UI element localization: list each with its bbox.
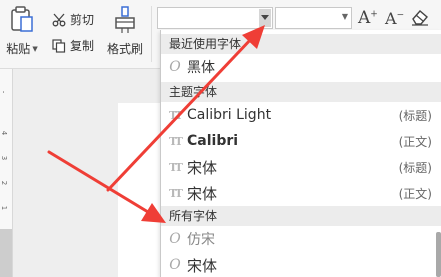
section-header-theme: 主题字体: [161, 82, 441, 102]
paste-button[interactable]: 粘贴 ▼: [4, 6, 40, 62]
copy-button[interactable]: 复制: [52, 37, 94, 54]
eraser-icon[interactable]: [410, 8, 430, 29]
font-dropdown-list[interactable]: 最近使用字体 O 黑体 主题字体 TT Calibri Light (标题) T…: [160, 30, 441, 277]
cut-label: 剪切: [70, 13, 95, 27]
opentype-icon: O: [169, 231, 181, 247]
ruler-number: 3: [0, 155, 9, 161]
section-header-recent: 最近使用字体: [161, 34, 441, 54]
format-painter-button[interactable]: 格式刷: [104, 6, 146, 62]
font-item-name: 宋体: [187, 256, 218, 275]
copy-label: 复制: [70, 39, 95, 53]
scissors-icon: [52, 13, 66, 27]
font-size-combobox[interactable]: ▼: [275, 7, 352, 29]
copy-icon: [52, 38, 66, 53]
clipboard-icon: [11, 6, 33, 32]
font-item-tag: (正文): [398, 134, 432, 149]
font-item-name: 黑体: [187, 60, 215, 76]
font-item-name: Calibri: [187, 133, 239, 149]
font-item[interactable]: TT 宋体 (标题): [161, 154, 441, 180]
section-header-all: 所有字体: [161, 206, 441, 226]
font-item[interactable]: TT Calibri (正文): [161, 128, 441, 154]
font-item[interactable]: TT Calibri Light (标题): [161, 102, 441, 128]
font-item[interactable]: O 仿宋: [161, 226, 441, 252]
ruler-number: 4: [0, 130, 9, 136]
font-item-name: 宋体: [187, 158, 218, 177]
font-item-name: Calibri Light: [187, 107, 272, 123]
font-grow-icon[interactable]: A+: [358, 8, 378, 28]
font-item-tag: (标题): [398, 108, 432, 123]
font-item-tag: (正文): [398, 186, 432, 201]
toolbar-divider: [151, 6, 152, 62]
truetype-icon: TT: [169, 186, 183, 200]
font-item-name: 仿宋: [187, 232, 215, 248]
chevron-down-icon[interactable]: ▼: [32, 45, 37, 53]
font-name-combobox[interactable]: [157, 7, 273, 29]
font-item[interactable]: TT 宋体 (正文): [161, 180, 441, 206]
chevron-down-icon[interactable]: ▼: [342, 12, 348, 21]
format-painter-label: 格式刷: [106, 42, 143, 56]
truetype-icon: TT: [169, 108, 183, 122]
font-item-name: 宋体: [187, 184, 218, 203]
paste-label: 粘贴: [6, 42, 31, 56]
font-item[interactable]: O 宋体: [161, 252, 441, 277]
ruler-margin-shade: [0, 229, 12, 277]
cut-button[interactable]: 剪切: [52, 11, 94, 28]
vertical-ruler: - 4 3 2 1: [0, 69, 13, 277]
truetype-icon: TT: [169, 160, 183, 174]
format-painter-icon: [115, 6, 135, 33]
ruler-number: 1: [0, 205, 9, 211]
font-item-tag: (标题): [398, 160, 432, 175]
ruler-number: -: [0, 90, 8, 94]
font-shrink-icon[interactable]: A−: [385, 9, 404, 28]
chevron-down-icon: [261, 15, 269, 20]
truetype-icon: TT: [169, 134, 183, 148]
font-dropdown-button[interactable]: [259, 9, 271, 27]
opentype-icon: O: [169, 257, 181, 273]
ruler-number: 2: [0, 180, 9, 186]
font-item[interactable]: O 黑体: [161, 54, 441, 80]
opentype-icon: O: [169, 59, 181, 75]
dropdown-scrollbar[interactable]: [436, 232, 441, 277]
